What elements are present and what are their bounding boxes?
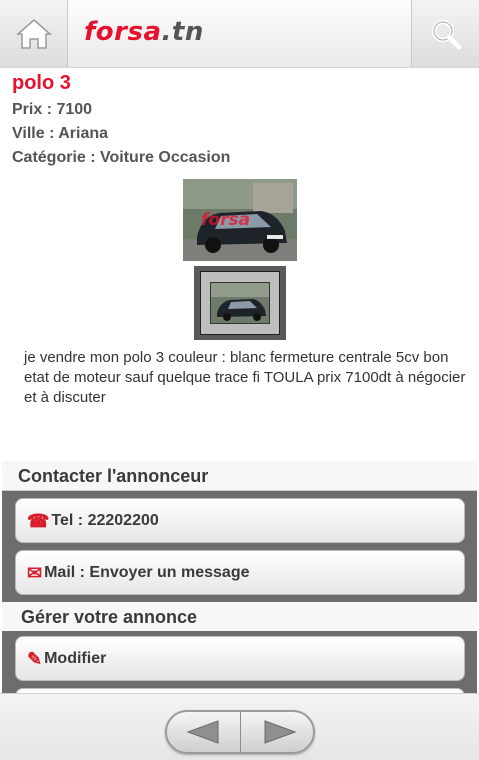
edit-button[interactable]: ✎ Modifier	[15, 636, 465, 681]
thumbnail-photo[interactable]	[210, 282, 270, 324]
contact-title: Contacter l'annonceur	[18, 466, 209, 486]
call-button[interactable]: ☎ Tel : 22202200	[15, 498, 465, 543]
listing-category: Catégorie : Voiture Occasion	[12, 149, 231, 166]
car-thumbnail-image	[211, 283, 269, 323]
previous-button[interactable]	[167, 712, 241, 752]
phone-icon: ☎	[27, 510, 50, 531]
home-icon	[15, 18, 52, 49]
arrow-right-icon	[264, 720, 297, 744]
send-message-button[interactable]: ✉ Mail : Envoyer un message	[15, 550, 465, 595]
arrow-left-icon	[186, 720, 218, 744]
contact-panel: Contacter l'annonceur ☎ Tel : 22202200 ✉…	[2, 461, 477, 693]
next-button[interactable]	[242, 712, 313, 752]
car-photo-image: forsa	[183, 179, 297, 261]
search-button[interactable]	[411, 0, 479, 67]
manage-header: Gérer votre annonce	[2, 602, 477, 631]
listing-title: polo 3	[12, 72, 71, 94]
mail-icon: ✉	[27, 562, 43, 583]
main-photo[interactable]: forsa	[183, 179, 297, 261]
mail-label: Mail : Envoyer un message	[44, 563, 250, 581]
manage-title: Gérer votre annonce	[21, 607, 198, 627]
listing-price: Prix : 7100	[12, 101, 93, 118]
logo-tld: .tn	[161, 17, 204, 47]
site-logo[interactable]: forsa .tn	[84, 17, 204, 51]
home-button[interactable]	[0, 0, 68, 67]
prev-next-control	[165, 710, 315, 754]
pencil-icon: ✎	[27, 648, 43, 669]
tel-label: Tel : 22202200	[51, 511, 159, 529]
contact-header: Contacter l'annonceur	[2, 461, 477, 491]
logo-brand: forsa	[84, 17, 162, 47]
listing-description: je vendre mon polo 3 couleur : blanc fer…	[24, 349, 466, 406]
edit-label: Modifier	[44, 649, 107, 667]
bottom-bar	[0, 693, 479, 760]
top-bar: forsa .tn	[0, 0, 479, 68]
listing-city: Ville : Ariana	[12, 125, 109, 142]
photo-watermark: forsa	[201, 210, 250, 230]
search-icon	[431, 19, 461, 49]
